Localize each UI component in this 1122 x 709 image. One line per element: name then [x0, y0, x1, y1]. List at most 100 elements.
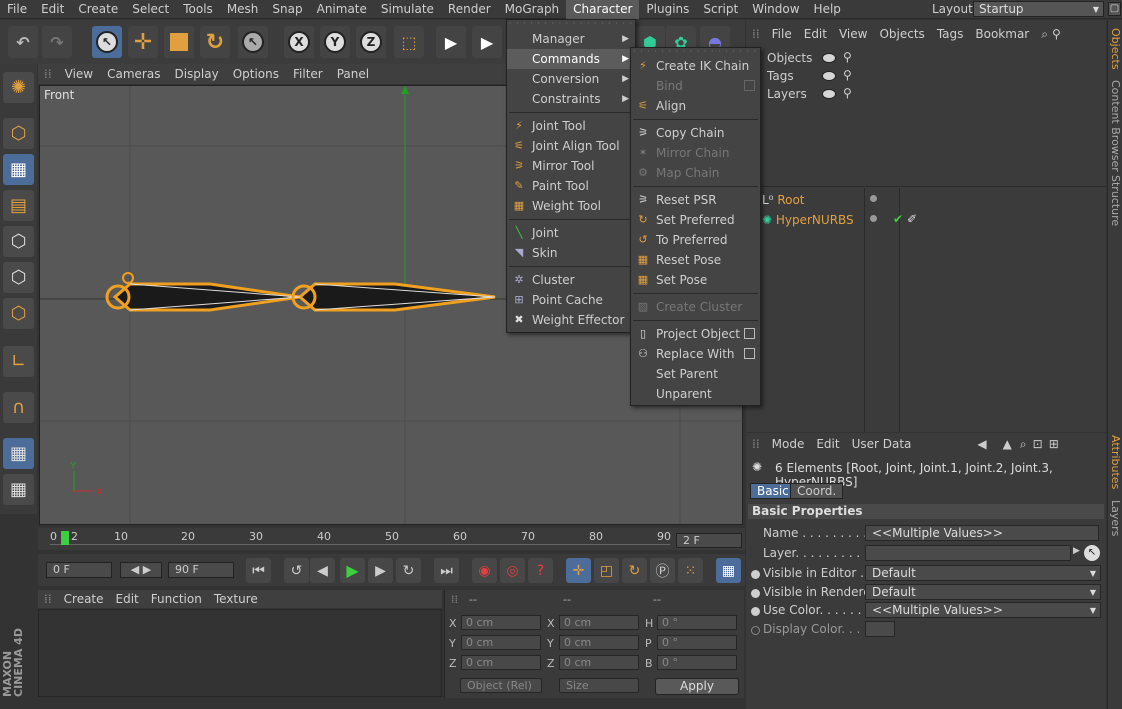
menu-item-constraints[interactable]: Constraints ▶: [507, 89, 635, 109]
position-x-field[interactable]: 0 cm: [461, 615, 541, 630]
menu-item-joint-tool[interactable]: ⚡ Joint Tool: [507, 116, 635, 136]
menu-item-align[interactable]: ⚟ Align: [631, 96, 760, 116]
previous-frame-button[interactable]: ◀: [310, 558, 335, 583]
viewport-menu-display[interactable]: Display: [167, 67, 225, 81]
layer-field[interactable]: [865, 545, 1071, 561]
workplane-lock-button[interactable]: ▦: [3, 438, 34, 469]
animate-bullet[interactable]: [751, 589, 760, 598]
frame-stepper[interactable]: ◀ ▶: [120, 562, 162, 578]
object-menu-objects[interactable]: Objects: [873, 27, 930, 41]
rotation-b-field[interactable]: 0 °: [657, 655, 737, 670]
material-menu-function[interactable]: Function: [145, 592, 208, 606]
menu-edit[interactable]: Edit: [34, 0, 71, 19]
menu-item-commands[interactable]: Commands ▶: [507, 49, 635, 69]
menu-item-reset-pose[interactable]: ▦ Reset Pose: [631, 250, 760, 270]
object-menu-bookmarks[interactable]: Bookmar: [969, 27, 1035, 41]
menu-script[interactable]: Script: [696, 0, 745, 19]
search-icon[interactable]: ⚲: [843, 86, 852, 100]
search-icon[interactable]: ⌕: [1020, 437, 1027, 452]
menu-mesh[interactable]: Mesh: [220, 0, 266, 19]
z-axis-button[interactable]: Z: [356, 26, 386, 58]
tab-basic[interactable]: Basic: [750, 483, 796, 499]
layer-row-objects[interactable]: Objects: [767, 51, 812, 65]
next-frame-button[interactable]: ▶: [368, 558, 393, 583]
material-menu-create[interactable]: Create: [58, 592, 110, 606]
timeline-button[interactable]: ▦: [716, 558, 741, 583]
coordinate-system-button[interactable]: ⬚: [394, 26, 424, 58]
use-color-select[interactable]: <<Multiple Values>>: [865, 602, 1101, 618]
time-slider-handle[interactable]: [61, 531, 69, 545]
record-position-button[interactable]: ✛: [566, 558, 591, 583]
go-to-end-button[interactable]: ⏭: [434, 558, 459, 583]
options-icon[interactable]: [744, 328, 755, 339]
object-row-hypernurbs[interactable]: ✺ HyperNURBS: [762, 213, 854, 227]
menu-create[interactable]: Create: [71, 0, 125, 19]
move-button[interactable]: ✛: [128, 26, 158, 58]
model-mode-button[interactable]: ⬡: [3, 118, 34, 149]
filter-icon[interactable]: ⚲: [1052, 27, 1061, 41]
eye-icon[interactable]: [822, 89, 836, 99]
tag-icon[interactable]: ✐: [907, 212, 917, 226]
object-menu-file[interactable]: File: [766, 27, 798, 41]
name-field[interactable]: <<Multiple Values>>: [865, 525, 1099, 541]
menu-animate[interactable]: Animate: [310, 0, 374, 19]
menu-item-joint[interactable]: ╲ Joint: [507, 223, 635, 243]
menu-tools[interactable]: Tools: [176, 0, 220, 19]
menu-item-project-object[interactable]: ▯ Project Object: [631, 324, 760, 344]
joint-chain[interactable]: [105, 272, 496, 312]
viewport-menu-view[interactable]: View: [58, 67, 100, 81]
visible-in-renderer-select[interactable]: Default: [865, 584, 1101, 600]
pick-cursor-icon[interactable]: ↖: [1084, 545, 1100, 561]
viewport-menu-cameras[interactable]: Cameras: [100, 67, 167, 81]
menu-item-conversion[interactable]: Conversion ▶: [507, 69, 635, 89]
rotate-button[interactable]: ↻: [200, 26, 230, 58]
x-axis-button[interactable]: X: [284, 26, 314, 58]
record-point-level-button[interactable]: ⁙: [678, 558, 703, 583]
back-arrow-icon[interactable]: ◀: [977, 437, 986, 451]
play-button[interactable]: ▶: [340, 558, 365, 583]
options-icon[interactable]: [744, 348, 755, 359]
points-mode-button[interactable]: ⬡: [3, 226, 34, 257]
start-frame-field[interactable]: 0 F: [46, 562, 112, 578]
menu-item-paint-tool[interactable]: ✎ Paint Tool: [507, 176, 635, 196]
menu-item-cluster[interactable]: ✲ Cluster: [507, 270, 635, 290]
menu-item-set-parent[interactable]: Set Parent: [631, 364, 760, 384]
viewport-menu-filter[interactable]: Filter: [286, 67, 330, 81]
menu-item-weight-tool[interactable]: ▦ Weight Tool: [507, 196, 635, 216]
menu-window[interactable]: Window: [745, 0, 806, 19]
window-button[interactable]: ▢: [1108, 2, 1121, 16]
menu-item-set-pose[interactable]: ▦ Set Pose: [631, 270, 760, 290]
layer-row-tags[interactable]: Tags: [767, 69, 794, 83]
menu-mograph[interactable]: MoGraph: [498, 0, 567, 19]
menu-item-unparent[interactable]: Unparent: [631, 384, 760, 404]
menu-item-manager[interactable]: Manager ▶: [507, 29, 635, 49]
rotation-p-field[interactable]: 0 °: [657, 635, 737, 650]
make-editable-button[interactable]: ✺: [3, 72, 34, 103]
attr-menu-user-data[interactable]: User Data: [846, 437, 918, 451]
menu-select[interactable]: Select: [125, 0, 176, 19]
keyframe-selection-button[interactable]: ?: [528, 558, 553, 583]
current-frame-field[interactable]: 2 F: [676, 533, 742, 548]
tab-structure[interactable]: Structure: [1109, 175, 1122, 226]
search-icon[interactable]: ⌕: [1041, 27, 1048, 42]
viewport-menu-panel[interactable]: Panel: [330, 67, 376, 81]
menu-help[interactable]: Help: [807, 0, 848, 19]
record-scale-button[interactable]: ◰: [594, 558, 619, 583]
lock-icon[interactable]: ⊡: [1033, 437, 1043, 451]
redo-button[interactable]: ↷: [42, 26, 72, 58]
search-icon[interactable]: ⚲: [843, 68, 852, 82]
edges-mode-button[interactable]: ⬡: [3, 262, 34, 293]
size-y-field[interactable]: 0 cm: [559, 635, 639, 650]
timeline[interactable]: 0 2 10 20 30 40 50 60 70 80 90: [38, 528, 745, 550]
end-frame-field[interactable]: 90 F: [168, 562, 234, 578]
apply-button[interactable]: Apply: [655, 678, 739, 695]
position-z-field[interactable]: 0 cm: [461, 655, 541, 670]
viewport-menu-options[interactable]: Options: [226, 67, 286, 81]
visible-in-editor-select[interactable]: Default: [865, 565, 1101, 581]
search-icon[interactable]: ⚲: [843, 50, 852, 64]
visibility-dot[interactable]: [870, 215, 877, 222]
object-menu-edit[interactable]: Edit: [798, 27, 833, 41]
tab-coord[interactable]: Coord.: [790, 483, 844, 499]
layout-select[interactable]: Startup: [973, 1, 1104, 17]
tab-objects[interactable]: Objects: [1109, 28, 1122, 70]
